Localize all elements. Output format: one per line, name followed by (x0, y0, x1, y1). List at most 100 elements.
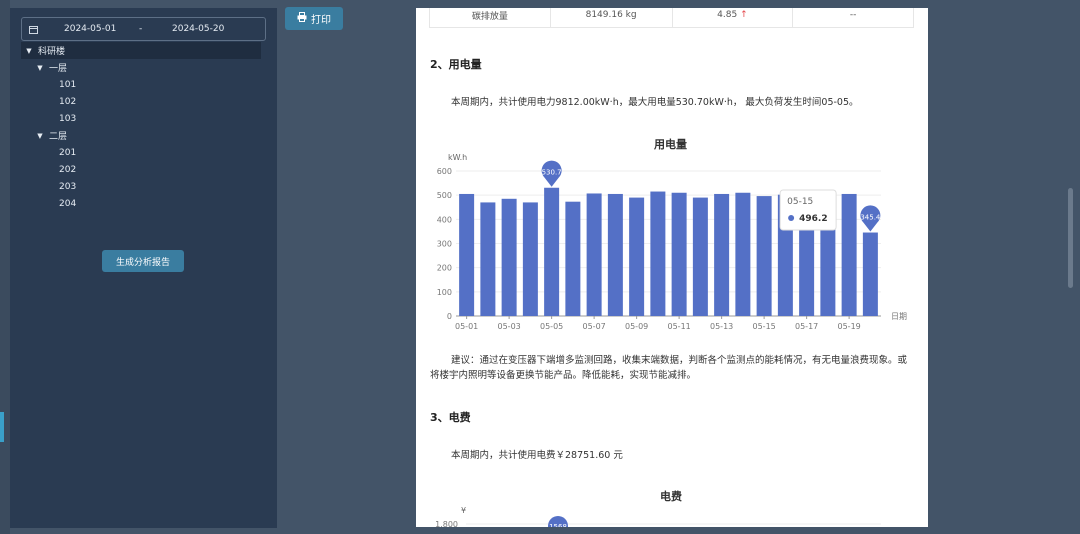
table-cell: 8149.16 kg (549, 8, 673, 28)
tree-node-room[interactable]: 101 (21, 76, 261, 93)
trend-up-arrow-icon: ↑ (740, 10, 748, 20)
y-tick-label: 0 (447, 312, 452, 321)
x-tick-label: 05-13 (710, 322, 733, 331)
bar (650, 191, 666, 316)
change-value: 4.85 (717, 10, 738, 20)
max-min-marker: 530.7 (542, 160, 562, 187)
left-edge-indicator (0, 412, 4, 442)
date-from[interactable]: 2024-05-01 (64, 24, 116, 34)
building-tree: ▼ 科研楼 ▼ 一层 101 102 103 ▼ 二层 201 202 203 … (21, 42, 261, 212)
electricity-chart: kW.h 0 100 200 300 400 500 600 05-01 05-03 05-05 05… (437, 153, 907, 331)
y-tick-label: 1,800 (435, 520, 458, 527)
y-tick-label: 100 (437, 288, 452, 297)
bar (607, 193, 623, 316)
section-summary: 本周期内，共计使用电费￥28751.60 元 (451, 450, 623, 461)
print-button[interactable]: 打印 (285, 7, 343, 30)
y-tick-label: 200 (437, 264, 452, 273)
bar (841, 193, 857, 316)
tree-node-label: 101 (59, 79, 77, 90)
x-tick-label: 05-11 (668, 322, 691, 331)
tree-node-room[interactable]: 203 (21, 178, 261, 195)
tree-node-label: 201 (59, 147, 77, 158)
table-cell: -- (792, 8, 914, 28)
caret-down-icon: ▼ (37, 63, 43, 72)
date-separator: - (139, 24, 143, 34)
tree-node-room[interactable]: 103 (21, 110, 261, 127)
tree-node-label: 一层 (49, 64, 68, 74)
bar (522, 202, 538, 316)
tree-node-room[interactable]: 201 (21, 144, 261, 161)
generate-report-button[interactable]: 生成分析报告 (102, 250, 184, 272)
x-tick-label: 05-03 (498, 322, 521, 331)
tooltip-series-dot (788, 215, 795, 221)
caret-down-icon: ▼ (37, 131, 43, 140)
tree-node-room[interactable]: 102 (21, 93, 261, 110)
bar (501, 198, 517, 316)
marker-label: 1568 (549, 523, 567, 527)
section-heading: 3、电费 (430, 411, 471, 424)
tree-node-root[interactable]: ▼ 科研楼 (21, 42, 261, 59)
bar (692, 197, 708, 316)
date-to[interactable]: 2024-05-20 (172, 24, 224, 34)
tree-node-label: 二层 (49, 132, 68, 142)
tooltip-value: 496.2 (799, 214, 827, 224)
section-heading: 2、用电量 (430, 58, 482, 71)
report-document: 碳排放量 8149.16 kg 4.85 ↑ -- 2、用电量 本周期内，共计使… (416, 8, 928, 527)
left-edge-strip (0, 0, 10, 534)
tree-node-label: 202 (59, 164, 77, 175)
caret-down-icon: ▼ (26, 46, 32, 55)
chart-tooltip: 05-15 496.2 (779, 189, 837, 231)
x-tick-label: 05-17 (795, 322, 818, 331)
table-cell: 4.85 ↑ (671, 8, 794, 28)
tree-node-floor[interactable]: ▼ 一层 (21, 59, 261, 76)
x-tick-label: 05-07 (583, 322, 606, 331)
calendar-icon (22, 25, 44, 34)
tree-node-room[interactable]: 202 (21, 161, 261, 178)
bar (459, 193, 475, 316)
bar (735, 192, 751, 316)
section-advice: 建议：通过在变压器下端增多监测回路，收集末端数据，判断各个监测点的能耗情况，有无… (430, 355, 908, 381)
y-tick-label: 400 (437, 215, 452, 224)
marker-label: 530.7 (542, 169, 562, 177)
max-marker: 1568 (548, 516, 568, 527)
tree-node-room[interactable]: 204 (21, 195, 261, 212)
date-range-picker[interactable]: 2024-05-01 - 2024-05-20 (21, 17, 266, 41)
page-scrollbar[interactable] (1068, 188, 1073, 288)
bar (565, 201, 581, 316)
y-tick-label: 500 (437, 191, 452, 200)
bar (756, 196, 772, 316)
x-axis-label: 日期 (891, 312, 907, 321)
tree-node-floor[interactable]: ▼ 二层 (21, 127, 261, 144)
table-cell: 碳排放量 (429, 8, 551, 28)
printer-icon (297, 12, 307, 25)
cost-chart: ¥1,800 1568 (435, 506, 881, 527)
bar (480, 202, 496, 316)
y-tick-label: 600 (437, 167, 452, 176)
tooltip-box (779, 189, 837, 231)
print-label: 打印 (311, 15, 331, 26)
x-tick-label: 05-01 (455, 322, 478, 331)
x-tick-label: 05-05 (540, 322, 563, 331)
bar (586, 193, 602, 316)
bar (629, 197, 645, 316)
tree-node-label: 103 (59, 113, 77, 124)
y-axis-label: ¥ (461, 506, 466, 515)
tooltip-category: 05-15 (787, 197, 813, 207)
y-tick-label: 300 (437, 240, 452, 249)
tree-node-label: 102 (59, 96, 77, 107)
x-tick-label: 05-19 (838, 322, 861, 331)
x-tick-label: 05-15 (753, 322, 776, 331)
bar (714, 193, 730, 316)
bar (671, 192, 687, 316)
table-row: 碳排放量 8149.16 kg 4.85 ↑ -- (429, 8, 914, 28)
tree-node-label: 204 (59, 198, 77, 209)
section-summary: 本周期内，共计使用电力9812.00kW·h，最大用电量530.70kW·h， … (451, 97, 859, 108)
tree-node-label: 203 (59, 181, 77, 192)
summary-table: 碳排放量 8149.16 kg 4.85 ↑ -- (429, 8, 914, 28)
max-min-marker: 345.4 (860, 205, 881, 232)
bar (862, 232, 878, 316)
y-axis-label: kW.h (448, 153, 467, 162)
marker-label: 345.4 (860, 214, 881, 222)
x-tick-label: 05-09 (625, 322, 648, 331)
sidebar: 2024-05-01 - 2024-05-20 ▼ 科研楼 ▼ 一层 101 1… (10, 8, 277, 528)
